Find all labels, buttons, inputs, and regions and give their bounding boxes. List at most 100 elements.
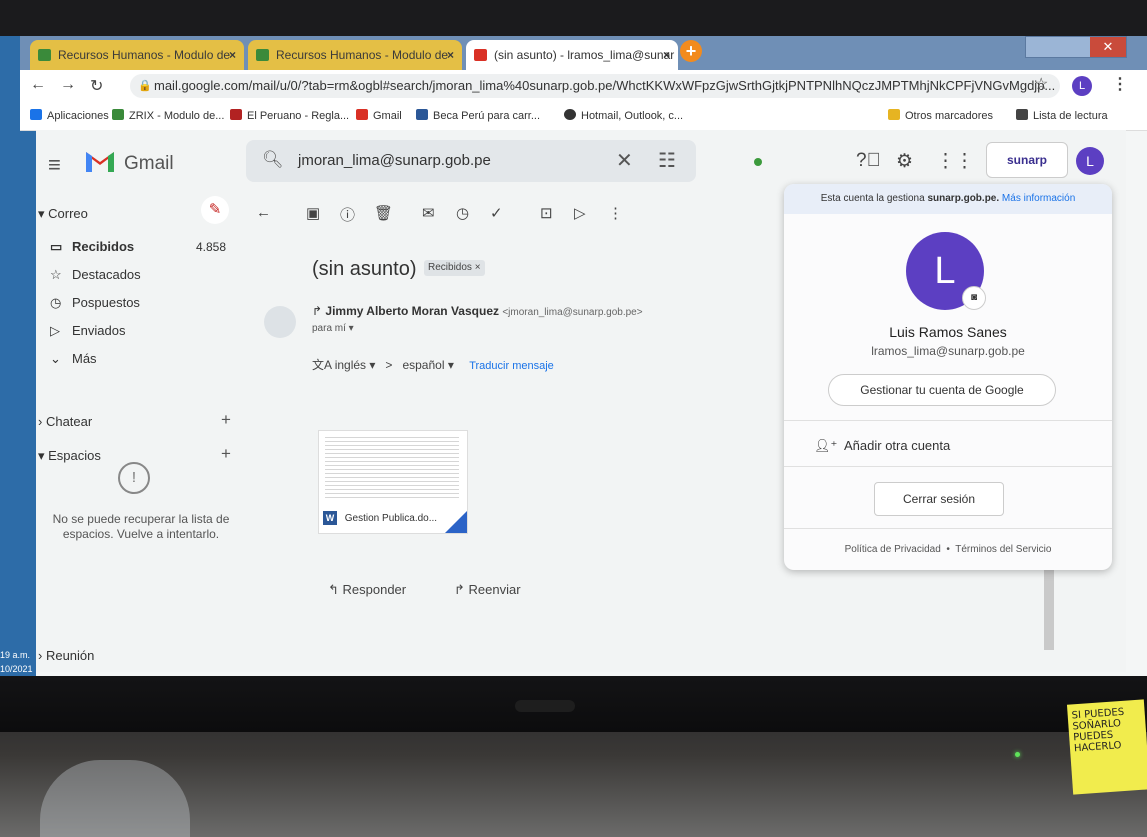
- status-indicator[interactable]: [754, 158, 762, 166]
- trash-icon[interactable]: 🗑︎: [374, 204, 393, 222]
- apps-grid-icon[interactable]: ⋮⋮: [936, 150, 974, 173]
- close-icon[interactable]: ×: [663, 40, 670, 70]
- snooze-icon[interactable]: ◷: [456, 204, 469, 222]
- taskbar-clock: 19 a.m. 10/2021: [0, 650, 33, 674]
- nav-snoozed[interactable]: ◷ Pospuestos: [50, 292, 140, 314]
- bookmark-star-icon[interactable]: ☆: [1034, 74, 1048, 94]
- profile-avatar[interactable]: L: [1072, 76, 1092, 96]
- search-bar[interactable]: 🔍︎ jmoran_lima@sunarp.gob.pe ✕ ☷: [246, 140, 696, 182]
- forward-icon[interactable]: →: [60, 76, 76, 94]
- manage-account-button[interactable]: Gestionar tu cuenta de Google: [828, 374, 1056, 406]
- address-bar: ← → ↻ 🔒 mail.google.com/mail/u/0/?tab=rm…: [20, 70, 1147, 102]
- bookmark-gmail[interactable]: Gmail: [356, 109, 402, 122]
- search-options-icon[interactable]: ☷: [658, 148, 676, 173]
- bookmark-reading-list[interactable]: Lista de lectura: [1016, 109, 1108, 122]
- target-language-select[interactable]: español ▾: [402, 358, 453, 372]
- bookmark-peruano[interactable]: El Peruano - Regla...: [230, 109, 349, 122]
- meeting-section-toggle[interactable]: › Reunión: [38, 648, 94, 663]
- attachment-corner: [445, 511, 467, 533]
- divider: [784, 466, 1112, 467]
- nav-starred[interactable]: ☆ Destacados: [50, 264, 141, 286]
- divider: [784, 420, 1112, 421]
- org-logo: sunarp: [986, 142, 1068, 178]
- sign-out-button[interactable]: Cerrar sesión: [874, 482, 1004, 516]
- attachment-card[interactable]: W Gestion Publica.do...: [318, 430, 468, 534]
- help-icon[interactable]: ?⃝: [856, 150, 881, 172]
- popup-footer: Política de Privacidad • Términos del Se…: [844, 544, 1052, 555]
- app-title: Gmail: [124, 153, 174, 174]
- report-spam-icon[interactable]: ⓘ: [340, 204, 355, 225]
- zrix-icon: [38, 49, 51, 61]
- terms-link[interactable]: Términos del Servicio: [955, 544, 1051, 555]
- search-input[interactable]: jmoran_lima@sunarp.gob.pe: [298, 152, 491, 169]
- translate-message-link[interactable]: Traducir mensaje: [469, 360, 554, 372]
- more-options-icon[interactable]: ⋮: [608, 204, 623, 222]
- browser-menu-icon[interactable]: ⋮: [1112, 74, 1128, 94]
- search-icon[interactable]: 🔍︎: [262, 150, 284, 170]
- reply-icon: ↰: [328, 582, 343, 597]
- more-info-link[interactable]: Más información: [1002, 193, 1075, 204]
- add-space-icon[interactable]: +: [221, 444, 231, 464]
- managed-account-banner: Esta cuenta la gestiona sunarp.gob.pe. M…: [784, 184, 1112, 214]
- tab-recursos-1[interactable]: Recursos Humanos - Modulo de ×: [30, 40, 244, 70]
- inbox-icon: ▭: [50, 239, 63, 254]
- sender-avatar: [264, 306, 296, 338]
- gear-icon[interactable]: ⚙: [896, 150, 913, 173]
- nav-inbox[interactable]: ▭ Recibidos: [50, 236, 134, 258]
- gmail-icon: [474, 49, 487, 61]
- chat-section-toggle[interactable]: › Chatear: [38, 414, 92, 429]
- back-icon[interactable]: ←: [30, 76, 46, 94]
- power-led: [1015, 752, 1020, 757]
- spaces-section-toggle[interactable]: ▾ Espacios: [38, 448, 101, 464]
- account-avatar[interactable]: L: [1076, 147, 1104, 175]
- recipient-toggle[interactable]: para mí ▾: [312, 323, 354, 334]
- tab-recursos-2[interactable]: Recursos Humanos - Modulo de ×: [248, 40, 462, 70]
- nav-more[interactable]: ⌄ Más: [50, 348, 97, 370]
- close-icon[interactable]: ×: [229, 40, 236, 70]
- sender-email: <jmoran_lima@sunarp.gob.pe>: [502, 307, 643, 318]
- attachment-footer: W Gestion Publica.do...: [323, 511, 437, 525]
- monitor-logo: [515, 700, 575, 712]
- mark-unread-icon[interactable]: ✉: [422, 204, 435, 222]
- translate-arrow: >: [385, 358, 393, 372]
- back-arrow-icon[interactable]: ←: [256, 204, 271, 221]
- bookmark-outlook[interactable]: Hotmail, Outlook, c...: [564, 109, 683, 122]
- forward-button[interactable]: ↱ Reenviar: [454, 582, 521, 598]
- close-icon[interactable]: ×: [447, 40, 454, 70]
- sender-line: ↱ Jimmy Alberto Moran Vasquez <jmoran_li…: [312, 304, 643, 318]
- reply-button[interactable]: ↰ Responder: [328, 582, 406, 598]
- attachment-name: Gestion Publica.do...: [344, 513, 438, 524]
- bookmark-other[interactable]: Otros marcadores: [888, 109, 993, 122]
- menu-icon[interactable]: ≡: [48, 152, 61, 178]
- reload-icon[interactable]: ↻: [90, 76, 103, 96]
- bookmark-apps[interactable]: Aplicaciones: [30, 109, 109, 122]
- label-icon[interactable]: ▷: [574, 204, 586, 222]
- archive-icon[interactable]: ▣: [306, 204, 320, 222]
- move-to-icon[interactable]: ⊡: [540, 204, 553, 222]
- camera-icon[interactable]: ◙: [962, 286, 986, 310]
- gmail-app: ≡ Gmail 🔍︎ jmoran_lima@sunarp.gob.pe ✕ ☷…: [36, 130, 1126, 672]
- privacy-link[interactable]: Política de Privacidad: [845, 544, 941, 555]
- scrollbar[interactable]: [1044, 570, 1054, 650]
- window-close-button[interactable]: ✕: [1090, 37, 1126, 57]
- new-tab-button[interactable]: +: [680, 40, 702, 62]
- clear-search-icon[interactable]: ✕: [616, 148, 633, 173]
- mail-section-toggle[interactable]: ▾ Correo: [38, 206, 88, 222]
- tab-gmail[interactable]: (sin asunto) - lramos_lima@sunar ×: [466, 40, 678, 70]
- translate-bar: 文A inglés ▾ > español ▾ Traducir mensaje: [312, 356, 554, 373]
- desktop-sidebar: 19 a.m. 10/2021: [0, 36, 36, 676]
- add-chat-icon[interactable]: +: [221, 410, 231, 430]
- window-controls: ✕: [1025, 36, 1127, 58]
- bookmark-zrix[interactable]: ZRIX - Modulo de...: [112, 109, 224, 122]
- divider: [784, 528, 1112, 529]
- compose-pencil-icon[interactable]: ✎: [201, 196, 229, 224]
- add-task-icon[interactable]: ✓: [490, 204, 503, 222]
- star-icon: ☆: [50, 267, 62, 282]
- source-language-select[interactable]: inglés ▾: [335, 358, 376, 372]
- url-field[interactable]: 🔒 mail.google.com/mail/u/0/?tab=rm&ogbl#…: [130, 74, 1060, 98]
- bookmark-beca[interactable]: Beca Perú para carr...: [416, 109, 540, 122]
- outlook-icon: [564, 109, 576, 120]
- add-account-button[interactable]: 👤︎⁺ Añadir otra cuenta: [814, 438, 950, 454]
- nav-sent[interactable]: ▷ Enviados: [50, 320, 125, 342]
- inbox-label-chip[interactable]: Recibidos ×: [424, 260, 485, 276]
